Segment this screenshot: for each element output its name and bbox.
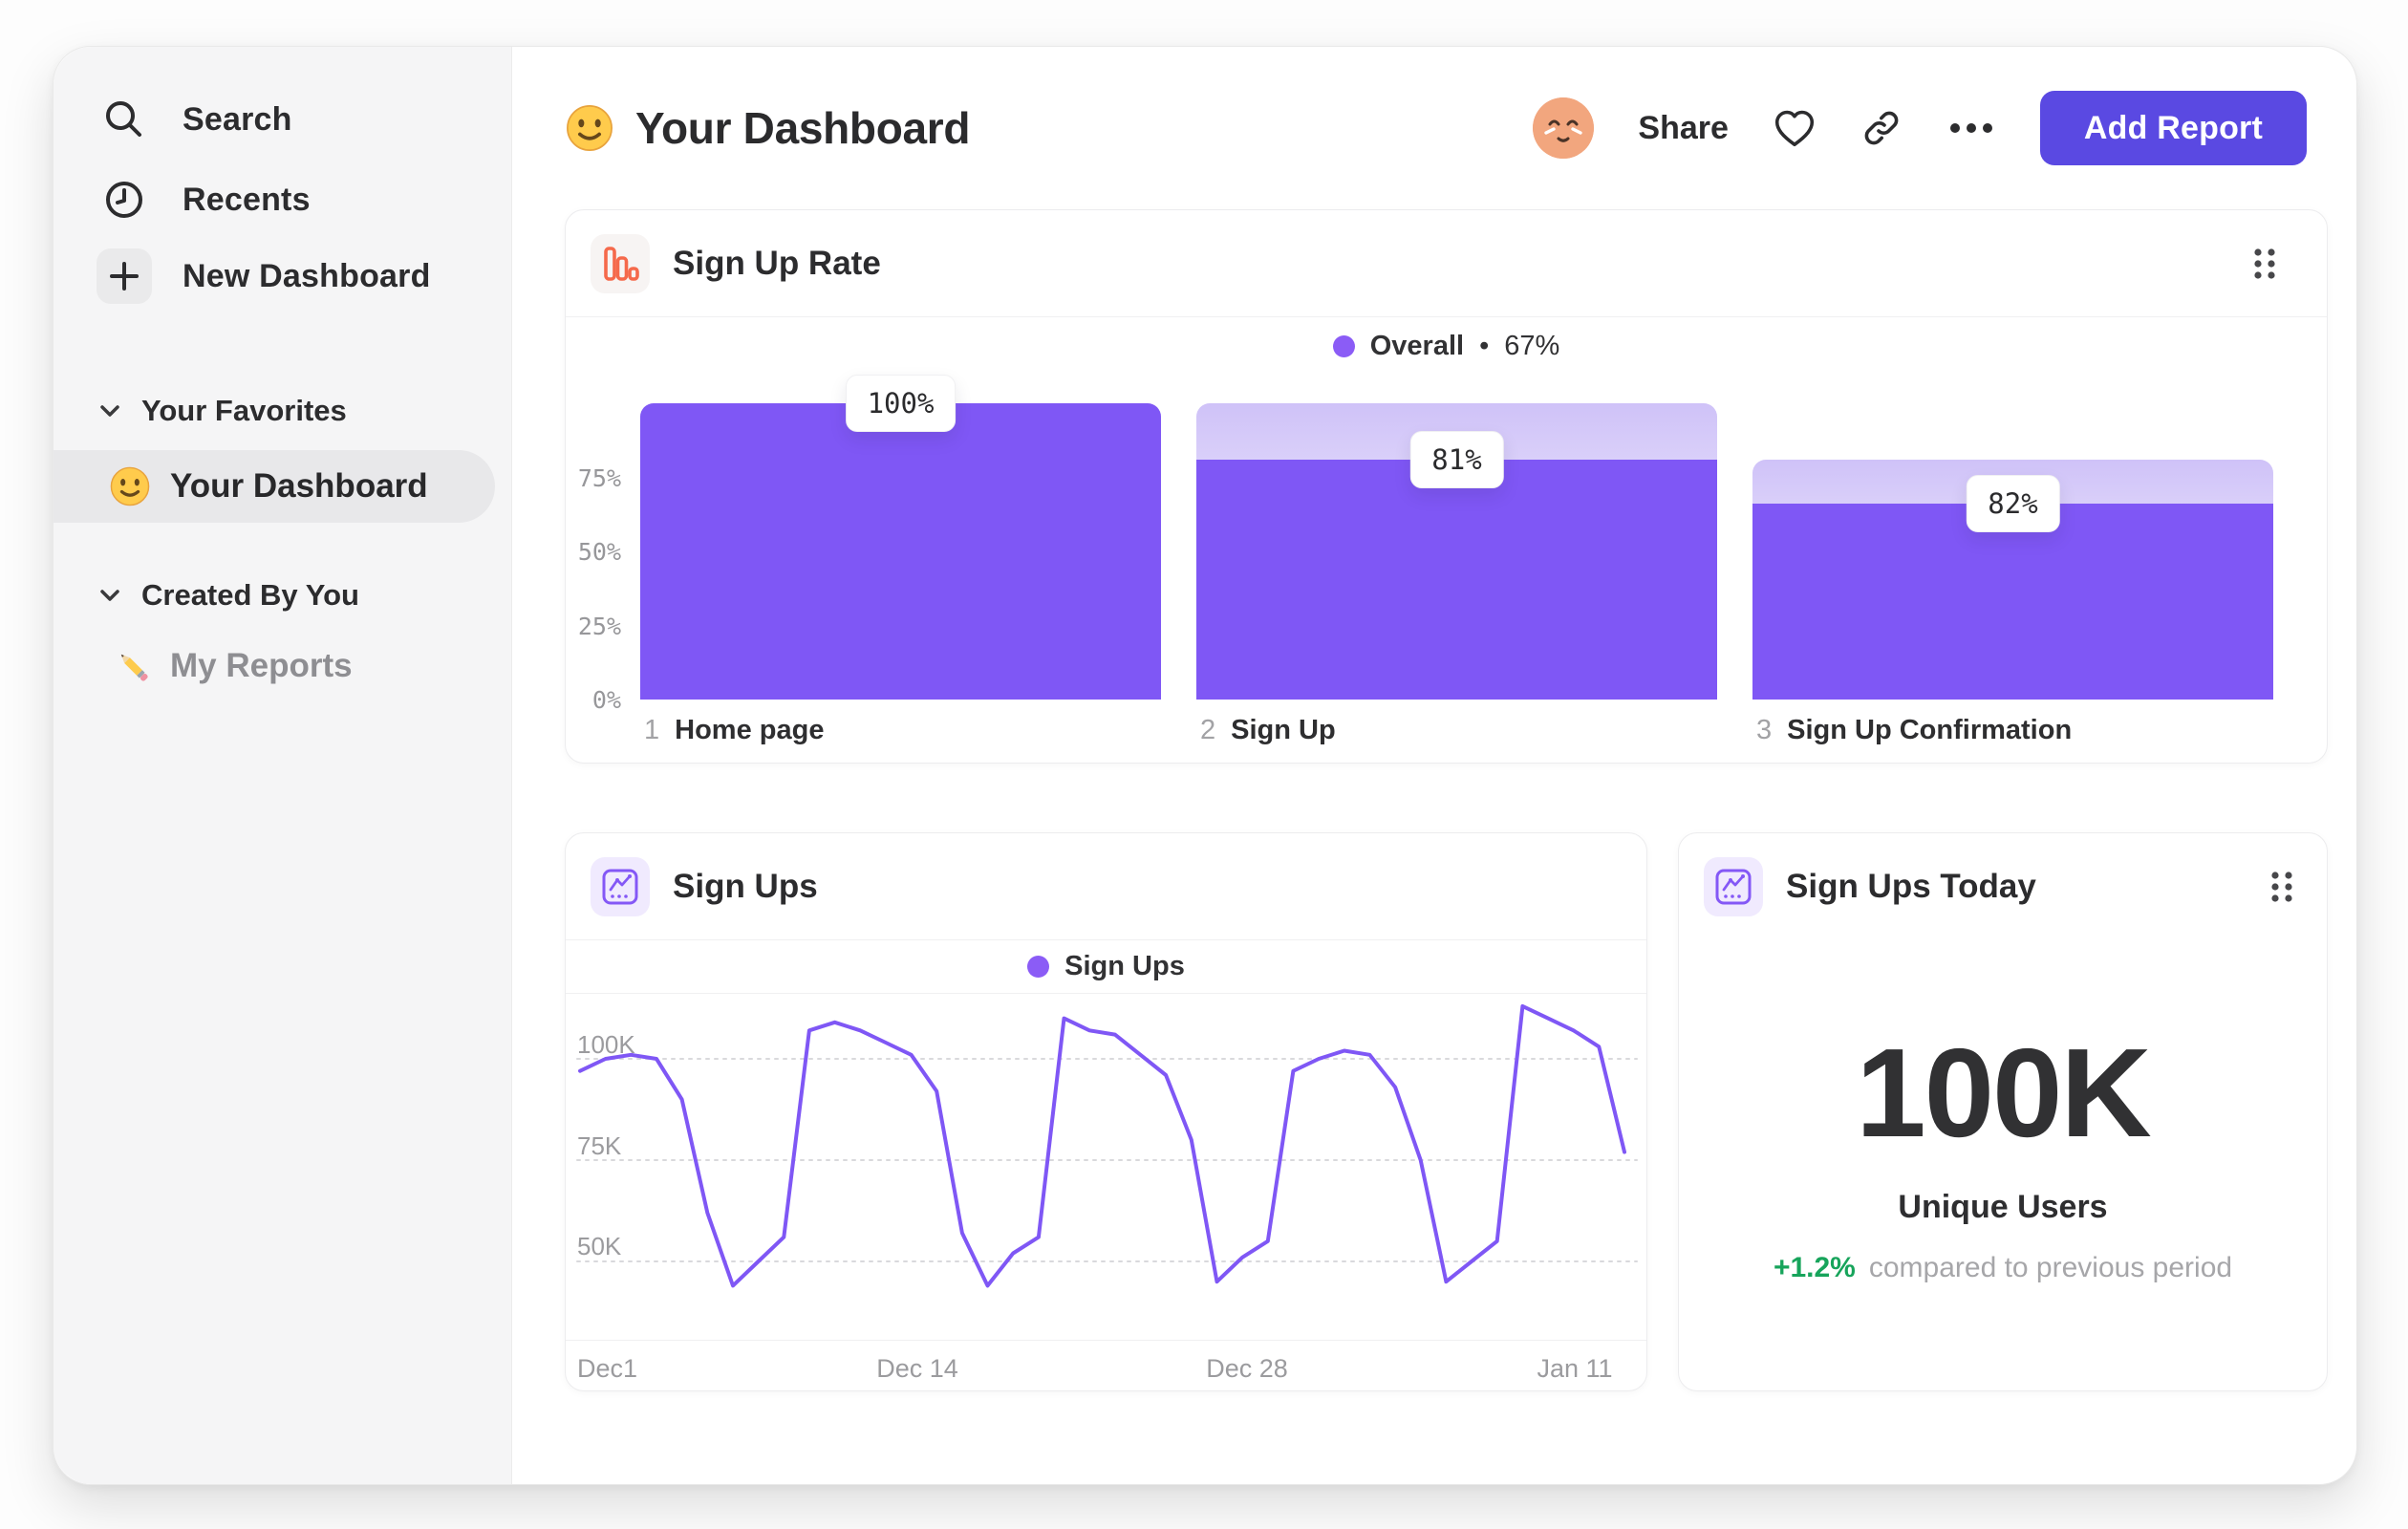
- drag-handle-icon[interactable]: [2252, 245, 2277, 283]
- sidebar-item-search[interactable]: Search: [54, 81, 492, 158]
- app-window: Search Recents New Dashboard Your Favori…: [53, 46, 2357, 1485]
- sidebar: Search Recents New Dashboard Your Favori…: [54, 47, 512, 1484]
- section-title: Created By You: [141, 578, 359, 612]
- metric-label: Unique Users: [1898, 1189, 2108, 1225]
- y-tick: 25%: [577, 613, 621, 640]
- sidebar-item-label: New Dashboard: [183, 257, 431, 294]
- plus-icon: [97, 248, 152, 304]
- bar-solid: [640, 403, 1161, 700]
- line-chart-icon: [1704, 857, 1763, 916]
- legend-label: Overall: [1369, 330, 1465, 361]
- funnel-bar-sign-up: 81%: [1196, 403, 1717, 700]
- sidebar-item-label: My Reports: [170, 647, 353, 684]
- line-plot: 100K 75K 50K: [566, 994, 1648, 1340]
- sidebar-item-new-dashboard[interactable]: New Dashboard: [54, 238, 492, 314]
- smiley-emoji-icon: [109, 465, 151, 507]
- step-name: Sign Up: [1231, 715, 1336, 745]
- more-options-icon[interactable]: [1946, 121, 1996, 135]
- funnel-bar-sign-up-confirmation: 82%: [1752, 403, 2273, 700]
- clock-icon: [97, 172, 152, 227]
- sidebar-section-created-by-you[interactable]: Created By You: [54, 573, 492, 617]
- y-tick: 50K: [577, 1232, 622, 1260]
- step-name: Sign Up Confirmation: [1787, 715, 2073, 745]
- line-chart-icon: [591, 857, 650, 916]
- sidebar-item-label: Search: [183, 100, 292, 138]
- y-tick: 75K: [577, 1131, 622, 1160]
- sidebar-item-label: Your Dashboard: [170, 467, 428, 505]
- avatar[interactable]: [1533, 97, 1595, 159]
- line-x-axis: Dec1 Dec 14 Dec 28 Jan 11: [566, 1340, 1646, 1390]
- search-icon: [97, 92, 152, 147]
- sidebar-item-my-reports[interactable]: My Reports: [54, 628, 495, 704]
- step-number: 2: [1200, 715, 1216, 745]
- legend-sign-ups[interactable]: Sign Ups: [566, 940, 1646, 994]
- drag-handle-icon[interactable]: [2269, 868, 2294, 906]
- card-title: Sign Ups Today: [1786, 868, 2036, 905]
- chevron-down-icon: [99, 589, 120, 602]
- copy-link-icon[interactable]: [1860, 107, 1903, 149]
- share-button[interactable]: Share: [1638, 110, 1729, 147]
- value-chip: 82%: [1966, 475, 2060, 533]
- favorite-heart-icon[interactable]: [1773, 108, 1817, 148]
- sidebar-item-label: Recents: [183, 181, 311, 218]
- funnel-bar-home-page: 100%: [640, 375, 1161, 700]
- funnel-chart-icon: [591, 234, 650, 293]
- y-tick: 0%: [591, 686, 621, 714]
- sidebar-item-your-dashboard[interactable]: Your Dashboard: [54, 450, 495, 523]
- funnel-step-labels: 1 Home page 2 Sign Up 3 Sign Up Confirma…: [640, 715, 2273, 757]
- card-header: Sign Ups Today: [1679, 833, 2327, 940]
- legend-label: Sign Ups: [1064, 951, 1185, 981]
- x-tick: Dec1: [577, 1354, 638, 1383]
- smiley-emoji-icon: [565, 103, 614, 153]
- sign-ups-card: Sign Ups Sign Ups 100K 75K 50K Dec1 Dec …: [565, 832, 1647, 1391]
- legend-dot: [1027, 956, 1050, 978]
- value-chip: 81%: [1409, 430, 1504, 488]
- step-label: 2 Sign Up: [1200, 715, 1336, 746]
- page-title: Your Dashboard: [635, 103, 971, 153]
- step-label: 3 Sign Up Confirmation: [1756, 715, 2072, 746]
- value-chip: 100%: [845, 375, 957, 432]
- sidebar-section-your-favorites[interactable]: Your Favorites: [54, 389, 492, 433]
- step-name: Home page: [675, 715, 825, 745]
- page-title-wrap: Your Dashboard: [565, 102, 971, 154]
- add-report-button[interactable]: Add Report: [2039, 91, 2307, 165]
- chevron-down-icon: [99, 404, 120, 418]
- step-label: 1 Home page: [644, 715, 824, 746]
- legend-dot: [1332, 334, 1355, 357]
- card-header: Sign Up Rate: [566, 210, 2327, 317]
- step-number: 3: [1756, 715, 1773, 745]
- x-tick: Jan 11: [1537, 1354, 1613, 1383]
- metric-value: 100K: [1856, 1023, 2152, 1163]
- y-tick: 100K: [577, 1030, 635, 1059]
- dashboard-header: Your Dashboard Share Add Report: [565, 87, 2307, 169]
- sign-ups-series-line: [578, 1003, 1626, 1288]
- card-title: Sign Ups: [673, 868, 818, 905]
- legend-value: 67%: [1504, 330, 1560, 361]
- legend-separator: •: [1479, 330, 1490, 361]
- bar-solid: [1752, 504, 2273, 700]
- pencil-emoji-icon: [111, 644, 155, 688]
- sign-up-rate-card: Sign Up Rate Overall • 67% 25% 75% 50% 0…: [565, 209, 2328, 764]
- sidebar-item-recents[interactable]: Recents: [54, 162, 492, 238]
- delta-note: compared to previous period: [1868, 1252, 2233, 1283]
- delta-value: +1.2%: [1773, 1252, 1856, 1283]
- card-title: Sign Up Rate: [673, 245, 881, 282]
- y-tick: 75%: [577, 464, 621, 492]
- x-tick: Dec 14: [876, 1354, 958, 1383]
- card-header: Sign Ups: [566, 833, 1646, 940]
- legend-overall[interactable]: Overall • 67%: [566, 325, 2327, 367]
- sign-ups-today-card: Sign Ups Today 100K Unique Users +1.2% c…: [1678, 832, 2328, 1391]
- y-tick: 50%: [577, 538, 621, 566]
- metric-delta-row: +1.2% compared to previous period: [1679, 1252, 2327, 1284]
- section-title: Your Favorites: [141, 394, 347, 427]
- funnel-y-axis: 25% 75% 50% 0%: [566, 403, 621, 714]
- step-number: 1: [644, 715, 660, 745]
- x-tick: Dec 28: [1206, 1354, 1288, 1383]
- funnel-plot: 100% 81% 82%: [640, 375, 2273, 700]
- bar-solid: [1196, 459, 1717, 700]
